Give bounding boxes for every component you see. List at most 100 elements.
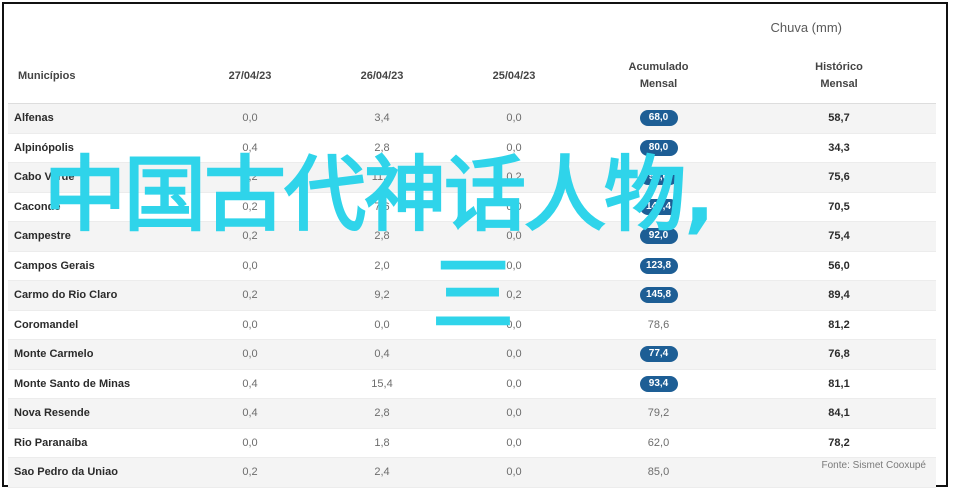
acumulado-cell: 68,0 [575, 103, 742, 134]
acumulado-badge: 92,0 [639, 228, 678, 245]
table-row: Rio Paranaíba 0,0 1,8 0,0 62,0 78,2 [8, 428, 936, 458]
municipio-cell: Coromandel [8, 310, 189, 340]
municipio-cell: Campestre [8, 221, 189, 252]
table-frame: Chuva (mm) Municípios 27/04/23 26/04/23 … [2, 2, 948, 488]
source-note: Fonte: Sismet Cooxupé [821, 460, 927, 471]
historico-cell: 56,0 [742, 251, 936, 281]
table-row: Coromandel 0,0 0,0 0,0 78,6 81,2 [8, 310, 936, 340]
historico-cell: 34,3 [742, 133, 936, 163]
table-row: Carmo do Rio Claro 0,2 9,2 0,2 145,8 89,4 [8, 280, 936, 311]
table-row: Sao Pedro da Uniao 0,2 2,4 0,0 85,0 [8, 457, 936, 488]
date-3-cell: 0,0 [453, 192, 575, 222]
table-row: Monte Santo de Minas 0,4 15,4 0,0 93,4 81,1 [8, 369, 936, 399]
acumulado-badge: 140,4 [639, 198, 678, 215]
table-row: Cacondé 0,2 7,6 0,0 140,4 70,5 [8, 192, 936, 222]
table-row: Campestre 0,2 2,8 0,0 92,0 75,4 [8, 221, 936, 252]
table-row: Monte Carmelo 0,0 0,4 0,0 77,4 76,8 [8, 339, 936, 370]
acumulado-badge: 80,0 [639, 139, 678, 156]
date-3-cell: 0,0 [453, 251, 575, 281]
acumulado-cell: 80,0 [575, 133, 742, 163]
date-1-cell: 0,0 [189, 339, 311, 370]
acumulado-cell: 145,8 [575, 280, 742, 311]
rainfall-table: Municípios 27/04/23 26/04/23 25/04/23 Ac… [8, 49, 936, 488]
table-row: Alfenas 0,0 3,4 0,0 68,0 58,7 [8, 103, 936, 134]
acumulado-cell: 140,4 [575, 192, 742, 222]
date-3-cell: 0,0 [453, 103, 575, 134]
date-2-cell: 11,4 [311, 162, 453, 193]
historico-cell: 58,7 [742, 103, 936, 134]
header-historico: Histórico Mensal [742, 49, 936, 104]
historico-cell: 70,5 [742, 192, 936, 222]
historico-cell: 84,1 [742, 398, 936, 429]
date-1-cell: 0,4 [189, 398, 311, 429]
municipio-cell: Nova Resende [8, 398, 189, 429]
date-1-cell: 0,2 [189, 457, 311, 488]
historico-cell: 75,6 [742, 162, 936, 193]
acumulado-cell: 93,4 [575, 369, 742, 399]
date-2-cell: 3,4 [311, 103, 453, 134]
acumulado-badge: 93,4 [639, 375, 678, 392]
header-date-3: 25/04/23 [453, 49, 575, 104]
table-row: Campos Gerais 0,0 2,0 0,0 123,8 56,0 [8, 251, 936, 281]
date-2-cell: 2,0 [311, 251, 453, 281]
table-header-row: Municípios 27/04/23 26/04/23 25/04/23 Ac… [8, 49, 936, 104]
acumulado-cell: 79,2 [575, 398, 742, 429]
acumulado-badge: 68,0 [639, 110, 678, 127]
header-acumulado: Acumulado Mensal [575, 49, 742, 104]
date-1-cell: 0,2 [189, 192, 311, 222]
table-row: Nova Resende 0,4 2,8 0,0 79,2 84,1 [8, 398, 936, 429]
date-2-cell: 2,4 [311, 457, 453, 488]
date-1-cell: 0,0 [189, 103, 311, 134]
date-3-cell: 0,0 [453, 310, 575, 340]
municipio-cell: Sao Pedro da Uniao [8, 457, 189, 488]
historico-cell: 89,4 [742, 280, 936, 311]
date-3-cell: 0,0 [453, 457, 575, 488]
historico-cell: 75,4 [742, 221, 936, 252]
unit-title: Chuva (mm) [770, 20, 842, 35]
date-3-cell: 0,0 [453, 133, 575, 163]
acumulado-cell: 94,6 [575, 162, 742, 193]
acumulado-badge: 123,8 [639, 257, 678, 274]
municipio-cell: Rio Paranaíba [8, 428, 189, 458]
acumulado-cell: 77,4 [575, 339, 742, 370]
date-2-cell: 0,4 [311, 339, 453, 370]
acumulado-cell: 123,8 [575, 251, 742, 281]
historico-cell: 81,1 [742, 369, 936, 399]
header-municipios: Municípios [8, 49, 189, 104]
date-1-cell: 0,2 [189, 280, 311, 311]
acumulado-cell: 85,0 [575, 457, 742, 488]
date-1-cell: 0,0 [189, 428, 311, 458]
date-2-cell: 9,2 [311, 280, 453, 311]
date-1-cell: 0,4 [189, 133, 311, 163]
historico-cell: 78,2 [742, 428, 936, 458]
date-1-cell: 0,2 [189, 221, 311, 252]
acumulado-badge: 77,4 [639, 346, 678, 363]
date-1-cell: 0,4 [189, 369, 311, 399]
date-3-cell: 0,0 [453, 221, 575, 252]
date-2-cell: 7,6 [311, 192, 453, 222]
table-row: Cabo Verde 0,2 11,4 0,2 94,6 75,6 [8, 162, 936, 193]
municipio-cell: Campos Gerais [8, 251, 189, 281]
date-2-cell: 0,0 [311, 310, 453, 340]
date-2-cell: 15,4 [311, 369, 453, 399]
date-3-cell: 0,0 [453, 339, 575, 370]
municipio-cell: Cacondé [8, 192, 189, 222]
municipio-cell: Carmo do Rio Claro [8, 280, 189, 311]
date-2-cell: 2,8 [311, 133, 453, 163]
date-3-cell: 0,2 [453, 162, 575, 193]
acumulado-badge: 145,8 [639, 287, 678, 304]
date-2-cell: 1,8 [311, 428, 453, 458]
date-3-cell: 0,2 [453, 280, 575, 311]
acumulado-cell: 92,0 [575, 221, 742, 252]
historico-cell: 81,2 [742, 310, 936, 340]
acumulado-cell: 62,0 [575, 428, 742, 458]
acumulado-badge: 94,6 [639, 169, 678, 186]
date-1-cell: 0,0 [189, 310, 311, 340]
municipio-cell: Alfenas [8, 103, 189, 134]
acumulado-cell: 78,6 [575, 310, 742, 340]
date-2-cell: 2,8 [311, 221, 453, 252]
historico-cell: 76,8 [742, 339, 936, 370]
date-3-cell: 0,0 [453, 369, 575, 399]
table-row: Alpinópolis 0,4 2,8 0,0 80,0 34,3 [8, 133, 936, 163]
header-date-1: 27/04/23 [189, 49, 311, 104]
